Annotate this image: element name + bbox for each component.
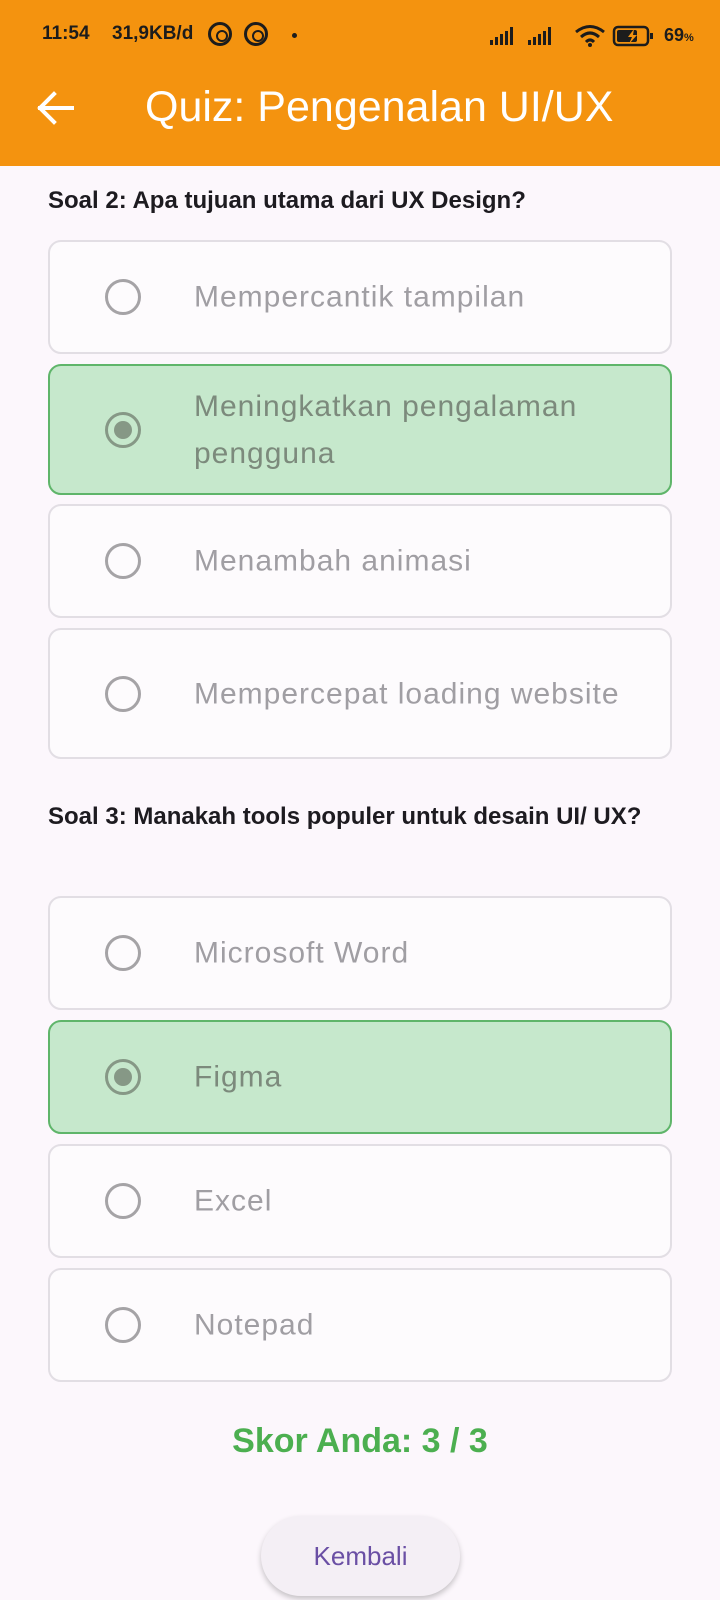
option-q2-c[interactable]: Menambah animasi (48, 504, 672, 618)
option-label: Mempercepat loading website (194, 677, 620, 710)
option-label: Meningkatkan pengalaman pengguna (194, 389, 578, 470)
radio-button[interactable] (105, 675, 141, 712)
radio-button[interactable] (105, 935, 141, 971)
option-label: Mempercantik tampilan (194, 280, 526, 314)
option-label: Microsoft Word (194, 936, 410, 970)
notification-app-icon (244, 22, 268, 46)
question-2-text: Soal 2: Apa tujuan utama dari UX Design? (48, 187, 526, 214)
option-q2-d[interactable]: Mempercepat loading website (48, 628, 672, 759)
back-button[interactable]: Kembali (261, 1516, 460, 1596)
signal-icon (490, 27, 513, 45)
option-q3-a[interactable]: Microsoft Word (48, 896, 672, 1010)
more-notifications-dot-icon (292, 33, 297, 38)
notification-app-icon (208, 22, 232, 46)
radio-button[interactable] (105, 279, 141, 315)
battery-percentage: 69% (664, 25, 694, 45)
option-q3-d[interactable]: Notepad (48, 1268, 672, 1382)
score-text: Skor Anda: 3 / 3 (232, 1422, 488, 1460)
radio-button[interactable] (105, 1183, 141, 1219)
option-label: Figma (194, 1060, 283, 1094)
option-label: Notepad (194, 1308, 315, 1342)
page-title: Quiz: Pengenalan UI/UX (145, 83, 614, 131)
app-bar: 11:54 31,9KB/d 69% Quiz: Pengenalan UI/U… (0, 0, 720, 166)
option-q3-c[interactable]: Excel (48, 1144, 672, 1258)
radio-button[interactable] (105, 543, 141, 579)
status-time: 11:54 (42, 23, 90, 44)
option-label: Menambah animasi (194, 544, 472, 578)
status-bar: 11:54 31,9KB/d 69% (0, 0, 720, 72)
option-q2-b[interactable]: Meningkatkan pengalaman pengguna (48, 364, 672, 495)
question-3-text: Soal 3: Manakah tools populer untuk desa… (48, 803, 642, 830)
status-network-speed: 31,9KB/d (112, 23, 194, 44)
option-label: Excel (194, 1184, 273, 1218)
radio-button-selected[interactable] (105, 411, 141, 448)
radio-button[interactable] (105, 1307, 141, 1343)
back-arrow-icon[interactable] (36, 88, 76, 128)
battery-charging-icon (612, 25, 653, 47)
signal-icon (528, 27, 551, 45)
radio-button-selected[interactable] (105, 1059, 141, 1095)
option-q3-b[interactable]: Figma (48, 1020, 672, 1134)
option-q2-a[interactable]: Mempercantik tampilan (48, 240, 672, 354)
wifi-icon (575, 25, 605, 47)
